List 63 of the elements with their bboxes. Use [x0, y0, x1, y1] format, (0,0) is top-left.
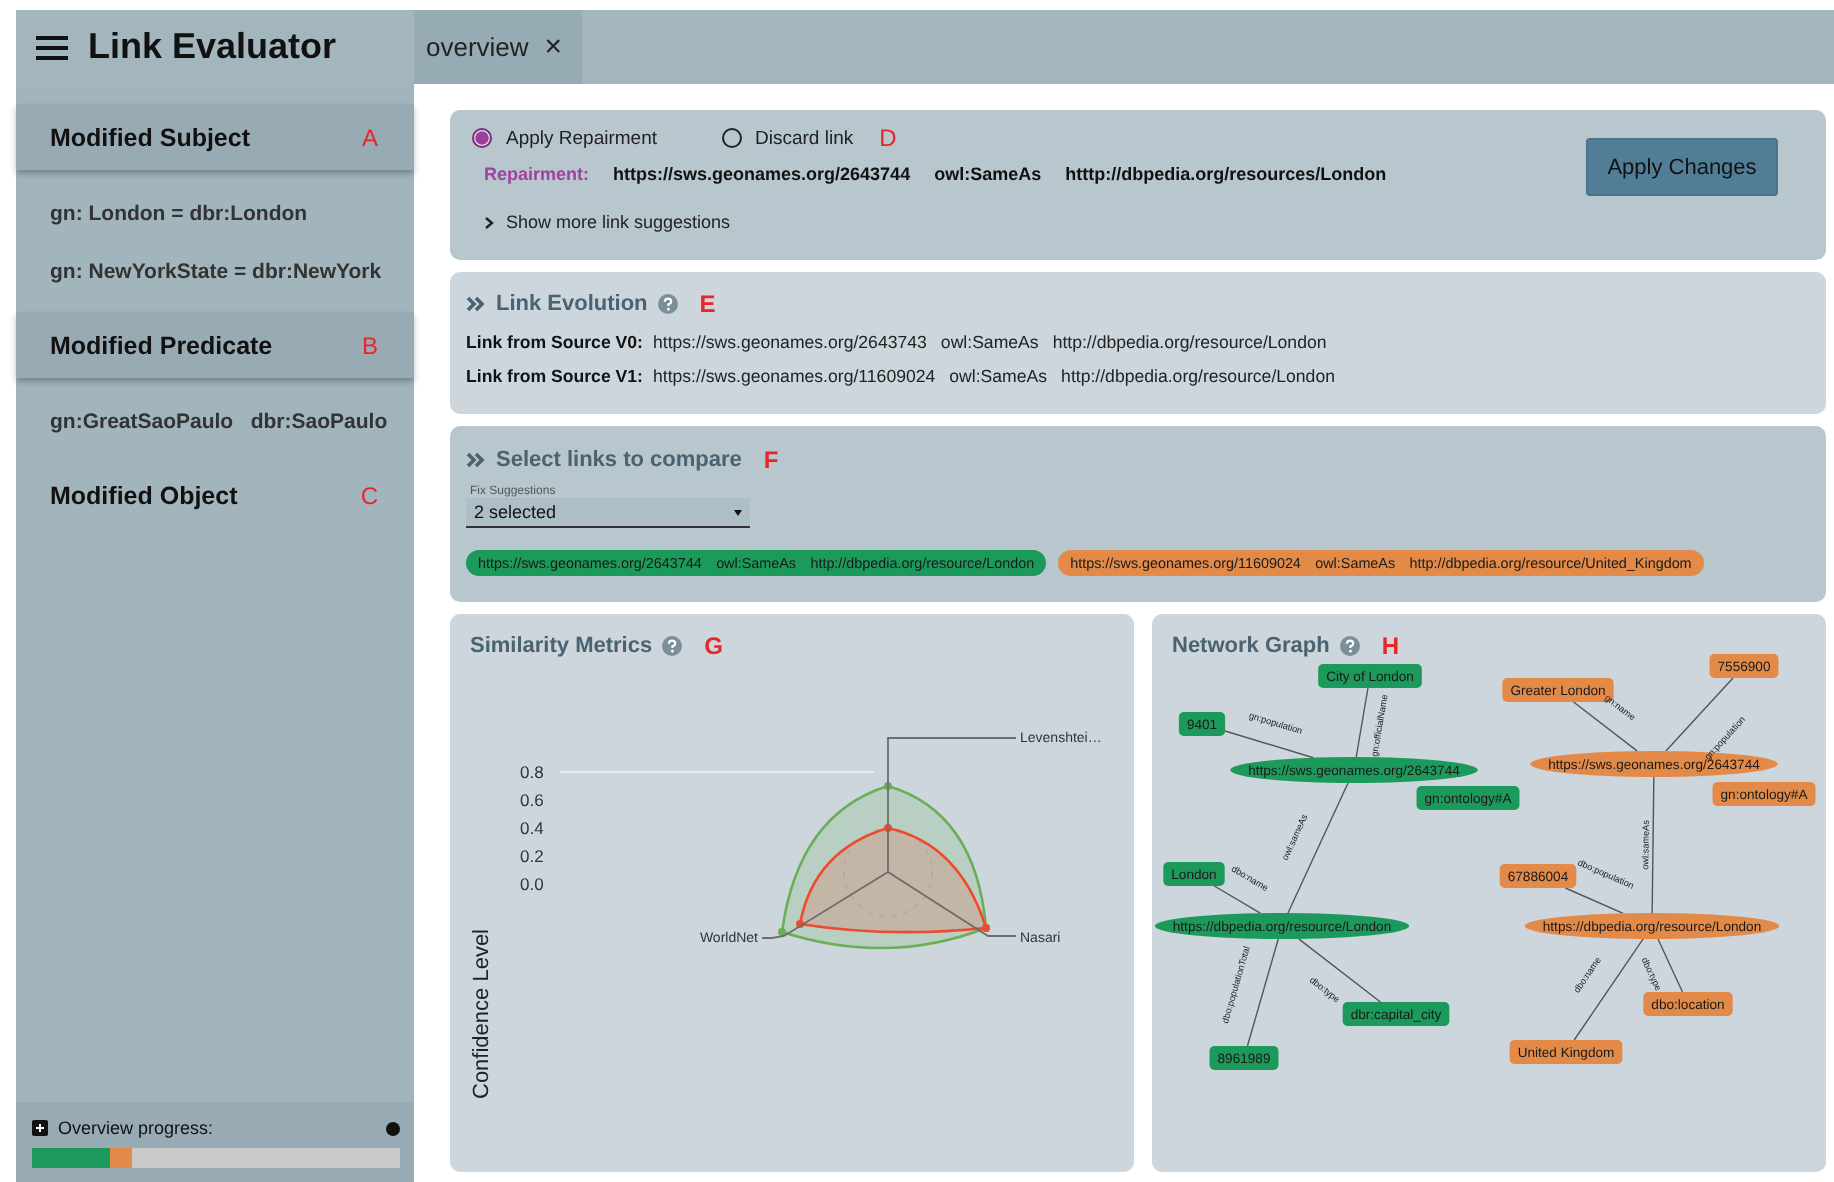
link-text: https://sws.geonames.org/2643744	[613, 164, 911, 184]
marker-label: F	[763, 446, 779, 474]
help-icon	[662, 636, 683, 656]
help-icon	[657, 294, 678, 314]
row-label: Link from Source V1:	[466, 366, 643, 386]
tick-label: 0.2	[520, 846, 544, 866]
graph-edge	[1287, 782, 1349, 914]
section-header[interactable]: Modified Object C	[16, 462, 414, 528]
graph-edge	[1564, 887, 1624, 915]
tick-label: 0.0	[520, 874, 544, 894]
link-text: http://dbpedia.org/resource/London	[1061, 366, 1335, 386]
help-icon	[1339, 636, 1360, 656]
graph-edge	[1224, 730, 1315, 759]
link-text: owl:SameAs	[934, 164, 1042, 184]
panel-title: Link Evolution	[496, 292, 648, 316]
show-more-link[interactable]: Show more link suggestions	[472, 212, 1586, 232]
radio-button[interactable]	[472, 128, 492, 148]
axis-title: Confidence Level	[470, 929, 494, 1099]
select-field[interactable]: 2 selected	[466, 498, 750, 528]
link-text: https://sws.geonames.org/2643743	[652, 332, 927, 352]
tab[interactable]: overview ×	[414, 10, 583, 84]
tick-label: 0.6	[520, 790, 544, 810]
link-text: htttp://dbpedia.org/resources/London	[1065, 164, 1387, 184]
radio-option[interactable]: Discard link D	[721, 124, 897, 152]
double-chevron-icon	[466, 294, 486, 314]
sidebar-item[interactable]: gn: London = dbr:London	[50, 202, 414, 226]
chevron-icon	[484, 215, 494, 229]
marker-label: H	[1381, 632, 1400, 660]
panel-title: Similarity Metrics	[470, 634, 653, 658]
progress-label: Overview progress:	[58, 1118, 214, 1138]
graph-edge	[1573, 938, 1644, 1041]
sidebar-item[interactable]: gn: NewYorkState = dbr:NewYork	[50, 260, 414, 284]
caret-icon	[734, 509, 742, 515]
app-title: Link Evaluator	[88, 26, 337, 68]
menu-icon	[36, 35, 68, 59]
help-icon	[386, 1121, 400, 1135]
marker-label: G	[704, 632, 723, 660]
apply-changes-button[interactable]: Apply Changes	[1586, 138, 1778, 196]
tick-label: 0.4	[520, 818, 544, 838]
graph-edge	[1355, 687, 1369, 758]
radio-button[interactable]	[721, 128, 742, 148]
repairment-label: Repairment:	[484, 164, 590, 184]
expand-icon	[32, 1120, 48, 1136]
graph-edge	[1298, 938, 1382, 1003]
tick-label: 0.8	[520, 762, 544, 782]
panel-title: Network Graph	[1172, 634, 1330, 658]
link-text: owl:SameAs	[940, 332, 1039, 352]
panel-title: Select links to compare	[496, 448, 742, 472]
marker-label: D	[879, 124, 897, 152]
marker-label: E	[699, 290, 716, 318]
double-chevron-icon	[466, 450, 486, 470]
link-text: http://dbpedia.org/resource/London	[1052, 332, 1327, 352]
section-header[interactable]: Modified Subject A	[16, 104, 414, 170]
section-header[interactable]: Modified Predicate B	[16, 312, 414, 378]
close-tab-button[interactable]: ×	[544, 30, 563, 64]
link-text: owl:SameAs	[949, 366, 1048, 386]
link-text: https://sws.geonames.org/11609024	[652, 366, 936, 386]
graph-edge	[1246, 938, 1279, 1047]
sidebar-item[interactable]: gn:GreatSaoPaulo dbr:SaoPaulo	[50, 410, 414, 434]
graph-edge	[1651, 776, 1655, 914]
graph-edge	[1657, 938, 1684, 993]
row-label: Link from Source V0:	[466, 332, 643, 352]
radio-option[interactable]: Apply Repairment	[472, 127, 658, 149]
